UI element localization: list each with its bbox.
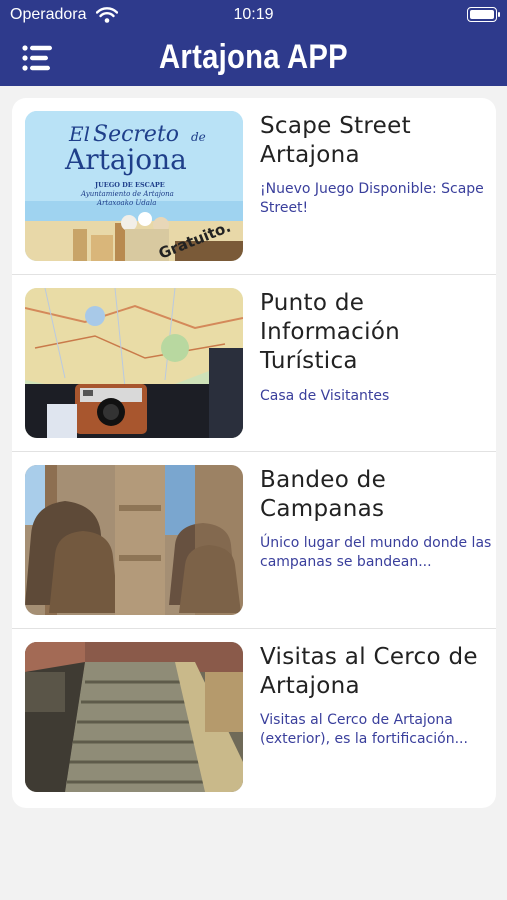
scape-street-thumbnail: El Secreto de Artajona JUEGO DE ESCAPE A… (25, 111, 243, 261)
tourist-info-thumbnail (25, 288, 243, 438)
item-subtitle: ¡Nuevo Juego Disponible: Scape Street! (260, 181, 484, 216)
cerco-thumbnail (25, 642, 243, 792)
bells-thumbnail (25, 465, 243, 615)
item-title: Bandeo de Campanas (260, 467, 387, 522)
item-title: Scape Street Artajona (260, 113, 411, 168)
clock: 10:19 (233, 6, 274, 23)
list-item-cerco-artajona[interactable]: Visitas al Cerco de Artajona Visitas al … (12, 629, 496, 806)
status-bar: Operadora 10:19 (0, 0, 507, 30)
list-item-scape-street[interactable]: El Secreto de Artajona JUEGO DE ESCAPE A… (12, 98, 496, 275)
list-item-bandeo-campanas[interactable]: Bandeo de Campanas Único lugar del mundo… (12, 452, 496, 629)
thumb-text-ayuntamiento: Ayuntamiento de Artajona (80, 190, 174, 198)
item-subtitle: Único lugar del mundo donde las campanas… (260, 535, 492, 570)
thumb-text-de: de (191, 130, 206, 144)
app-title: Artajona APP (159, 38, 348, 76)
thumb-text-juego: JUEGO DE ESCAPE (94, 181, 165, 189)
item-title: Punto de Información Turística (260, 290, 401, 374)
content-list: El Secreto de Artajona JUEGO DE ESCAPE A… (12, 98, 496, 808)
list-item-informacion-turistica[interactable]: Punto de Información Turística Casa de V… (12, 275, 496, 452)
thumb-text-artajona: Artajona (64, 143, 187, 176)
item-title: Visitas al Cerco de Artajona (260, 644, 478, 699)
item-subtitle: Casa de Visitantes (260, 388, 390, 404)
thumb-text-udala: Artaxoako Udala (96, 199, 156, 207)
battery-icon (467, 7, 500, 22)
item-subtitle: Visitas al Cerco de Artajona (exterior),… (260, 712, 468, 747)
app-header: Operadora 10:19 Artajona APP (0, 0, 507, 86)
